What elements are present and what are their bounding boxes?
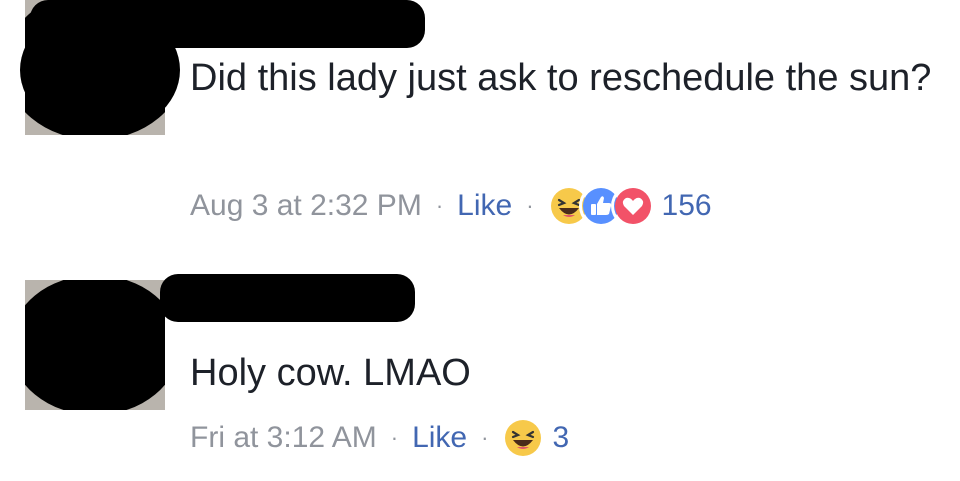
separator: · [481,425,489,450]
separator: · [390,425,399,450]
reactions[interactable] [550,187,652,225]
love-icon [614,187,652,225]
separator: · [526,193,534,218]
redaction-mark [160,274,415,322]
comment-text: Did this lady just ask to reschedule the… [190,57,932,99]
redaction-mark [20,5,180,135]
comment-text: Holy cow. LMAO [190,352,471,394]
comment-meta: Aug 3 at 2:32 PM · Like · 156 [190,186,712,226]
timestamp[interactable]: Fri at 3:12 AM [190,421,377,455]
separator: · [435,193,444,218]
timestamp[interactable]: Aug 3 at 2:32 PM [190,189,422,223]
like-button[interactable]: Like [412,421,467,455]
avatar[interactable] [25,280,165,410]
redaction-mark [25,280,165,410]
haha-icon [504,419,542,457]
reactions[interactable] [504,419,542,457]
comment: Holy cow. LMAO Fri at 3:12 AM · Like · 3 [0,270,960,481]
like-button[interactable]: Like [457,189,512,223]
comment: Did this lady just ask to reschedule the… [0,0,960,250]
comment-meta: Fri at 3:12 AM · Like · 3 [190,418,569,458]
reaction-count[interactable]: 156 [662,189,712,223]
reaction-count[interactable]: 3 [552,421,569,455]
